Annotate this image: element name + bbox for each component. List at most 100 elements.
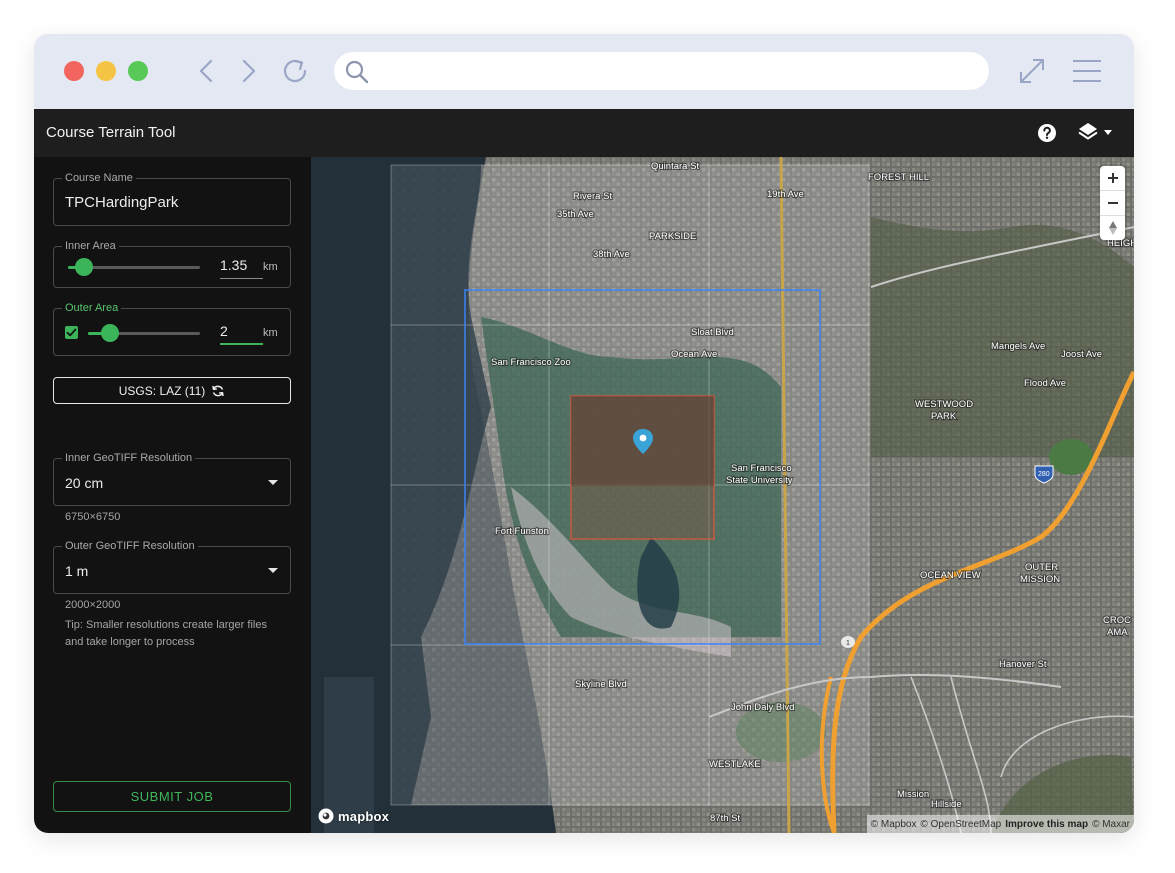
attribution-osm-link[interactable]: © OpenStreetMap xyxy=(921,819,1002,830)
map-label: OUTER xyxy=(1025,562,1058,573)
help-icon[interactable] xyxy=(1037,123,1057,143)
map-label: John Daly Blvd xyxy=(731,702,794,713)
map-label: Joost Ave xyxy=(1061,349,1102,360)
course-name-label: Course Name xyxy=(62,171,136,185)
outer-geotiff-select[interactable]: Outer GeoTIFF Resolution 1 m xyxy=(53,539,291,594)
route-1-shield: 1 xyxy=(841,636,855,648)
inner-area-field: Inner Area 1.35 km xyxy=(53,239,291,288)
resolution-tip-line-2: and take longer to process xyxy=(65,636,195,648)
outer-geotiff-value: 1 m xyxy=(65,563,89,579)
inner-area-label: Inner Area xyxy=(62,239,119,253)
satellite-map[interactable]: Quintara St Rivera St PARKSIDE FOREST HI… xyxy=(311,157,1134,833)
browser-window: Course Terrain Tool Course Name TPCHardi… xyxy=(34,34,1134,833)
compass-icon xyxy=(1108,221,1117,235)
forward-arrow-icon[interactable] xyxy=(237,56,261,86)
resolution-tip-line-1: Tip: Smaller resolutions create larger f… xyxy=(65,619,267,631)
map-label: Quintara St xyxy=(651,161,699,172)
menu-icon[interactable] xyxy=(1071,56,1103,86)
outer-area-slider-thumb[interactable] xyxy=(101,324,119,342)
browser-chrome xyxy=(34,34,1134,109)
map-label: OCEAN VIEW xyxy=(920,570,981,581)
map-label: San Francisco Zoo xyxy=(491,357,571,368)
inner-geotiff-select[interactable]: Inner GeoTIFF Resolution 20 cm xyxy=(53,451,291,506)
caret-down-icon xyxy=(268,568,278,573)
checkmark-icon xyxy=(66,328,77,337)
map-label: Sloat Blvd xyxy=(691,327,734,338)
inner-area-input[interactable]: 1.35 xyxy=(220,257,247,273)
course-name-input[interactable]: TPCHardingPark xyxy=(65,194,178,211)
mapbox-logo[interactable]: mapbox xyxy=(318,808,389,824)
caret-down-icon xyxy=(268,480,278,485)
mapbox-logo-text: mapbox xyxy=(338,808,390,824)
inner-area-input-underline xyxy=(220,278,263,279)
maximize-window-button[interactable] xyxy=(128,61,148,81)
map-label: Hanover St xyxy=(999,659,1047,670)
minus-icon xyxy=(1107,202,1118,204)
address-bar[interactable] xyxy=(334,52,989,90)
app-bar: Course Terrain Tool xyxy=(34,109,1134,157)
outer-area-checkbox[interactable] xyxy=(65,326,78,339)
map-attribution: © Mapbox © OpenStreetMap Improve this ma… xyxy=(866,815,1134,833)
map-label: San Francisco xyxy=(731,463,792,474)
zoom-controls xyxy=(1100,166,1125,240)
usgs-source-button[interactable]: USGS: LAZ (11) xyxy=(53,377,291,404)
attribution-maxar-link[interactable]: © Maxar xyxy=(1092,819,1130,830)
inner-geotiff-label: Inner GeoTIFF Resolution xyxy=(62,451,196,465)
map-label: State University xyxy=(726,475,793,486)
inner-area-unit: km xyxy=(263,261,278,273)
map-label: AMA xyxy=(1107,627,1128,638)
map-label: PARKSIDE xyxy=(649,231,696,242)
app-title: Course Terrain Tool xyxy=(46,124,176,141)
inner-geotiff-value: 20 cm xyxy=(65,475,104,491)
map-label: PARK xyxy=(931,411,957,422)
map-label: MISSION xyxy=(1020,574,1060,585)
improve-map-link[interactable]: Improve this map xyxy=(1005,819,1088,830)
course-name-field[interactable]: Course Name TPCHardingPark xyxy=(53,171,291,226)
search-icon xyxy=(344,59,370,90)
map-label: WESTLAKE xyxy=(709,759,761,770)
map-label: CROC xyxy=(1103,615,1131,626)
map-label: 35th Ave xyxy=(557,209,594,220)
map-label: FOREST HILL xyxy=(868,172,929,183)
reload-icon[interactable] xyxy=(278,54,312,88)
map-label: Flood Ave xyxy=(1024,378,1066,389)
map-label: WESTWOOD xyxy=(915,399,973,410)
map-label: Mission xyxy=(897,789,929,800)
outer-geotiff-label: Outer GeoTIFF Resolution xyxy=(62,539,198,553)
map-label: Mangels Ave xyxy=(991,341,1045,352)
map-label: Ocean Ave xyxy=(671,349,717,360)
inner-geotiff-dimensions: 6750×6750 xyxy=(65,511,121,523)
expand-icon[interactable] xyxy=(1017,56,1047,86)
map-label: 1 xyxy=(846,640,850,647)
sidebar-form: Course Name TPCHardingPark Inner Area 1.… xyxy=(34,157,311,833)
outer-area-input[interactable]: 2 xyxy=(220,323,228,339)
mapbox-logo-icon xyxy=(318,808,334,824)
map-label: 87th St xyxy=(710,813,740,824)
map-label: Fort Funston xyxy=(495,526,549,537)
outer-area-label: Outer Area xyxy=(62,301,122,315)
map-view[interactable]: Quintara St Rivera St PARKSIDE FOREST HI… xyxy=(311,157,1134,833)
submit-job-button[interactable]: SUBMIT JOB xyxy=(53,781,291,812)
zoom-out-button[interactable] xyxy=(1100,191,1125,215)
map-label: 38th Ave xyxy=(593,249,630,260)
outer-area-input-underline xyxy=(220,343,263,345)
usgs-source-label: USGS: LAZ (11) xyxy=(118,383,206,398)
inner-area-slider-thumb[interactable] xyxy=(75,258,93,276)
minimize-window-button[interactable] xyxy=(96,61,116,81)
attribution-mapbox-link[interactable]: © Mapbox xyxy=(871,819,917,830)
refresh-icon xyxy=(211,384,225,398)
layers-icon xyxy=(1078,121,1098,148)
outer-area-unit: km xyxy=(263,327,278,339)
close-window-button[interactable] xyxy=(64,61,84,81)
zoom-in-button[interactable] xyxy=(1100,166,1125,190)
map-label: Skyline Blvd xyxy=(575,679,627,690)
map-label: Hillside xyxy=(931,799,962,810)
compass-button[interactable] xyxy=(1100,216,1125,240)
back-arrow-icon[interactable] xyxy=(194,56,218,86)
plus-icon xyxy=(1107,173,1118,183)
outer-area-field: Outer Area 2 km xyxy=(53,301,291,356)
outer-geotiff-dimensions: 2000×2000 xyxy=(65,599,121,611)
address-input[interactable] xyxy=(382,52,977,90)
layers-menu-button[interactable] xyxy=(1078,121,1118,145)
map-label: Rivera St xyxy=(573,191,612,202)
